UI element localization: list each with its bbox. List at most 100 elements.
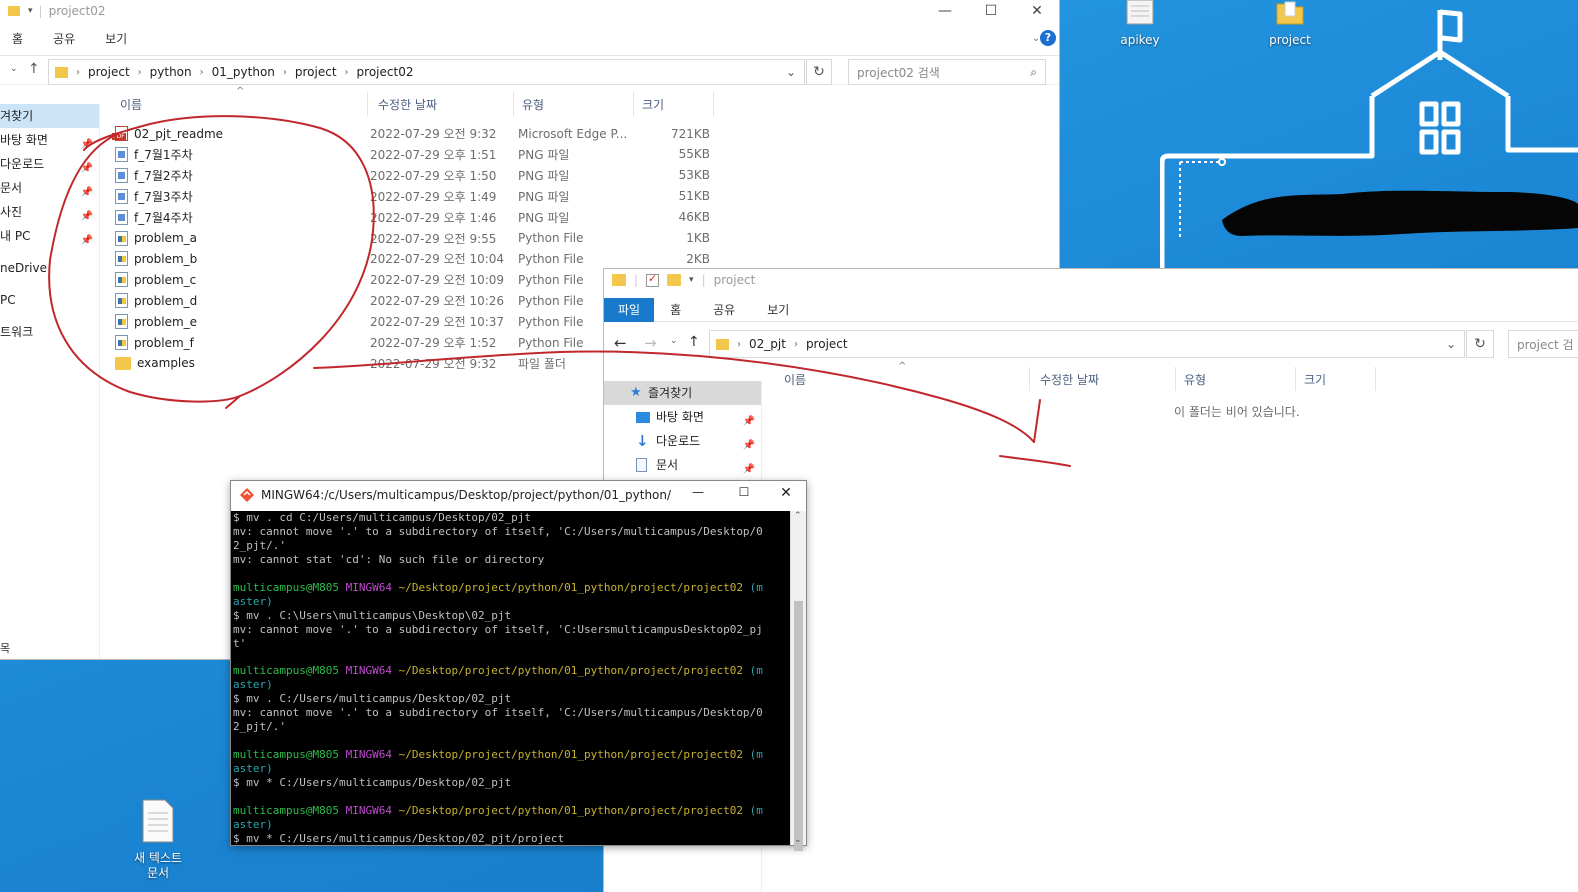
- column-header-name[interactable]: 이름 ^: [778, 361, 1030, 391]
- file-row[interactable]: f_7월1주차 2022-07-29 오후 1:51 PNG 파일 55KB: [115, 144, 710, 165]
- column-header-size[interactable]: 크기: [1298, 367, 1376, 391]
- nav-label: 문서: [656, 458, 679, 472]
- column-header-type[interactable]: 유형: [516, 92, 634, 116]
- file-row[interactable]: f_7월4주차 2022-07-29 오후 1:46 PNG 파일 46KB: [115, 207, 710, 228]
- properties-icon[interactable]: [646, 272, 660, 287]
- search-input[interactable]: project 검: [1508, 330, 1578, 358]
- column-header-type[interactable]: 유형: [1178, 367, 1296, 391]
- nav-item-downloads[interactable]: ↓ 다운로드 📌: [604, 429, 761, 453]
- qat-dropdown-icon[interactable]: ▾: [689, 275, 694, 285]
- desktop-icon-new-text-document[interactable]: 새 텍스트 문서: [118, 784, 198, 892]
- help-icon[interactable]: ?: [1040, 30, 1056, 46]
- nav-label: 문서: [0, 181, 23, 195]
- file-name: f_7월3주차: [134, 189, 193, 204]
- recent-locations-icon[interactable]: ⌄: [670, 336, 678, 346]
- file-date: 2022-07-29 오전 10:04: [370, 252, 505, 267]
- nav-item-pictures[interactable]: 사진 📌: [0, 200, 99, 224]
- column-header-size[interactable]: 크기: [636, 92, 714, 116]
- scrollbar-thumb[interactable]: [794, 601, 803, 851]
- chevron-down-icon[interactable]: ⌄: [786, 65, 796, 79]
- new-folder-icon[interactable]: [667, 274, 682, 286]
- terminal-text: MINGW64: [345, 748, 399, 762]
- address-box[interactable]: › project › python › 01_python › project…: [48, 59, 805, 85]
- column-header-name[interactable]: 이름 ^: [114, 86, 368, 116]
- nav-item-documents[interactable]: 문서 📌: [604, 453, 761, 477]
- maximize-button[interactable]: ☐: [968, 0, 1014, 22]
- back-arrow-icon[interactable]: ←: [614, 334, 627, 352]
- nav-item-quick-access[interactable]: ★ 즐겨찾기: [604, 381, 761, 405]
- close-button[interactable]: ✕: [1014, 0, 1060, 22]
- file-name: problem_e: [134, 314, 198, 329]
- desktop-icon: [636, 412, 650, 423]
- desktop-icon-apikey[interactable]: apikey: [1100, 0, 1180, 47]
- tab-home[interactable]: 홈: [0, 30, 37, 47]
- tab-view[interactable]: 보기: [751, 298, 805, 322]
- terminal-text: aster): [233, 762, 273, 776]
- terminal-text: $ mv . C:/Users/multicampus/Desktop/02_p…: [233, 692, 512, 706]
- breadcrumb-item[interactable]: 01_python: [212, 65, 275, 79]
- address-box[interactable]: › 02_pjt › project ⌄: [709, 330, 1465, 358]
- terminal-title: MINGW64:/c/Users/multicampus/Desktop/pro…: [261, 488, 671, 502]
- recent-locations-icon[interactable]: ⌄: [10, 64, 18, 74]
- qat-dropdown-icon[interactable]: ▾: [28, 6, 33, 16]
- nav-item-desktop[interactable]: 바탕 화면 📌: [604, 405, 761, 429]
- minimize-button[interactable]: —: [683, 485, 713, 499]
- tab-share[interactable]: 공유: [37, 30, 89, 47]
- file-name-cell: problem_c: [115, 272, 370, 288]
- nav-item-desktop[interactable]: 바탕 화면 📌: [0, 128, 99, 152]
- scroll-down-icon[interactable]: ⌄: [794, 835, 802, 845]
- refresh-button[interactable]: ↻: [1466, 330, 1494, 358]
- breadcrumb-item[interactable]: python: [150, 65, 192, 79]
- terminal-line: t': [233, 637, 789, 651]
- file-size: 53KB: [678, 168, 710, 183]
- file-size: 55KB: [678, 147, 710, 162]
- py-file-icon: [115, 335, 128, 350]
- tab-view[interactable]: 보기: [89, 30, 141, 47]
- scroll-up-icon[interactable]: ⌃: [794, 511, 802, 521]
- terminal-output[interactable]: $ mv . cd C:/Users/multicampus/Desktop/0…: [231, 511, 791, 845]
- nav-item-documents[interactable]: 문서 📌: [0, 176, 99, 200]
- up-arrow-icon[interactable]: ↑: [688, 334, 700, 350]
- breadcrumb-item[interactable]: project02: [357, 65, 414, 79]
- file-size: 2KB: [686, 251, 710, 266]
- nav-label: 다운로드: [656, 434, 701, 448]
- search-input[interactable]: project02 검색 ⌕: [848, 59, 1046, 85]
- file-row[interactable]: problem_a 2022-07-29 오전 9:55 Python File 1K…: [115, 228, 710, 249]
- column-header-date[interactable]: 수정한 날짜: [372, 92, 514, 116]
- breadcrumb-item[interactable]: 02_pjt: [749, 337, 786, 351]
- file-row[interactable]: 02_pjt_readme 2022-07-29 오전 9:32 Microsoft…: [112, 123, 710, 144]
- nav-item-quick-access[interactable]: 겨찾기: [0, 104, 99, 128]
- file-row[interactable]: f_7월2주차 2022-07-29 오후 1:50 PNG 파일 53KB: [115, 165, 710, 186]
- maximize-button[interactable]: ☐: [729, 485, 759, 499]
- breadcrumb-item[interactable]: project: [88, 65, 130, 79]
- tab-home[interactable]: 홈: [654, 298, 697, 322]
- column-header-date[interactable]: 수정한 날짜: [1034, 367, 1176, 391]
- up-arrow-icon[interactable]: ↑: [28, 61, 40, 77]
- py-file-icon: [115, 251, 128, 267]
- refresh-icon: ↻: [1474, 336, 1486, 352]
- nav-item-this-pc[interactable]: PC: [0, 288, 99, 312]
- desktop-icon-project[interactable]: project: [1250, 0, 1330, 47]
- breadcrumb-item[interactable]: project: [806, 337, 848, 351]
- terminal-scrollbar[interactable]: ⌃ ⌄: [790, 511, 806, 851]
- file-name-cell: f_7월2주차: [115, 167, 370, 184]
- ribbon-tabs: 파일 홈 공유 보기: [604, 297, 1578, 322]
- nav-item-onedrive[interactable]: neDrive: [0, 256, 99, 280]
- close-button[interactable]: ✕: [771, 485, 801, 501]
- nav-item-downloads[interactable]: 다운로드 📌: [0, 152, 99, 176]
- forward-arrow-icon[interactable]: →: [644, 334, 657, 352]
- nav-item-network[interactable]: 트워크: [0, 320, 99, 344]
- tab-file[interactable]: 파일: [604, 297, 655, 322]
- pin-icon: 📌: [80, 235, 93, 246]
- chevron-down-icon[interactable]: ⌄: [1446, 337, 1456, 351]
- terminal-text: MINGW64: [345, 804, 399, 818]
- file-row[interactable]: problem_b 2022-07-29 오전 10:04 Python File 2…: [115, 248, 710, 269]
- minimize-button[interactable]: —: [922, 0, 968, 22]
- refresh-button[interactable]: ↻: [806, 59, 832, 85]
- breadcrumb-item[interactable]: project: [295, 65, 337, 79]
- py-file-icon: [115, 272, 128, 288]
- nav-item-my-pc[interactable]: 내 PC 📌: [0, 224, 99, 248]
- tab-share[interactable]: 공유: [697, 298, 751, 322]
- terminal-line: aster): [233, 678, 789, 692]
- file-row[interactable]: f_7월3주차 2022-07-29 오후 1:49 PNG 파일 51KB: [115, 186, 710, 207]
